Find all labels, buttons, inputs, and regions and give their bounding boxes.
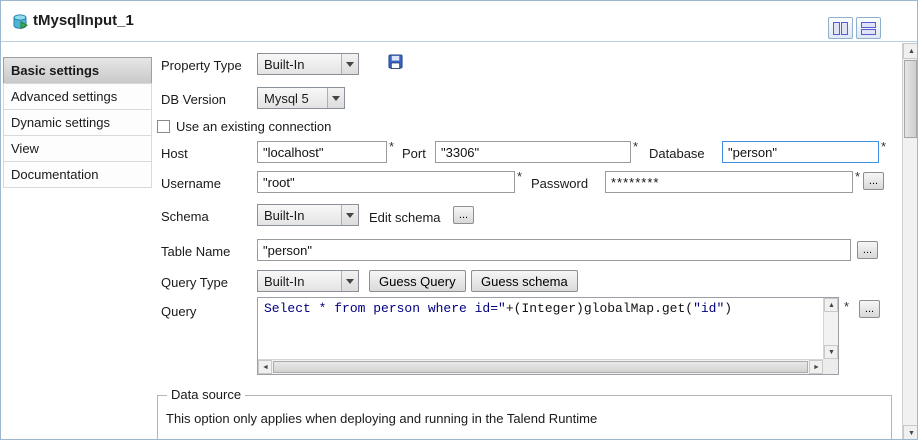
chevron-down-icon xyxy=(341,54,358,74)
guess-query-button[interactable]: Guess Query xyxy=(369,270,466,292)
horizontal-split-icon xyxy=(861,22,876,35)
schema-dropdown[interactable]: Built-In xyxy=(257,204,359,226)
chevron-down-icon xyxy=(341,271,358,291)
port-input[interactable] xyxy=(435,141,631,163)
query-vertical-scrollbar[interactable] xyxy=(823,298,838,359)
required-marker: * xyxy=(881,139,886,154)
query-code-segment: ) xyxy=(724,301,732,316)
vertical-split-icon xyxy=(833,22,848,35)
data-source-note: This option only applies when deploying … xyxy=(166,411,597,426)
scroll-up-icon[interactable] xyxy=(824,298,838,312)
password-ellipsis-button[interactable]: ... xyxy=(863,172,884,190)
save-property-icon[interactable] xyxy=(388,54,403,72)
scroll-up-icon[interactable] xyxy=(903,43,918,59)
query-sql-segment: "id" xyxy=(693,301,724,316)
settings-sidebar: Basic settings Advanced settings Dynamic… xyxy=(3,58,152,188)
sidebar-item-advanced-settings[interactable]: Advanced settings xyxy=(3,83,152,110)
data-source-legend: Data source xyxy=(167,387,245,402)
table-name-ellipsis-button[interactable]: ... xyxy=(857,241,878,259)
chevron-down-icon xyxy=(341,205,358,225)
query-code-segment: +(Integer)globalMap.get( xyxy=(506,301,693,316)
username-label: Username xyxy=(161,176,221,191)
table-name-label: Table Name xyxy=(161,244,230,259)
sidebar-item-dynamic-settings[interactable]: Dynamic settings xyxy=(3,109,152,136)
horizontal-split-toggle-button[interactable] xyxy=(856,17,881,39)
query-type-label: Query Type xyxy=(161,275,228,290)
query-ellipsis-button[interactable]: ... xyxy=(859,300,880,318)
port-label: Port xyxy=(402,146,426,161)
username-input[interactable] xyxy=(257,171,515,193)
schema-label: Schema xyxy=(161,209,209,224)
header: tMysqlInput_1 xyxy=(1,1,917,42)
query-sql-segment: Select * from person where id=" xyxy=(264,301,506,316)
db-version-value: Mysql 5 xyxy=(264,91,309,106)
component-title: tMysqlInput_1 xyxy=(33,12,134,29)
sidebar-item-view[interactable]: View xyxy=(3,135,152,162)
required-marker: * xyxy=(844,299,849,314)
query-type-value: Built-In xyxy=(264,274,304,289)
data-source-group: Data source This option only applies whe… xyxy=(157,395,892,440)
table-name-input[interactable] xyxy=(257,239,851,261)
layout-vertical-toggle-button[interactable] xyxy=(828,17,853,39)
sidebar-item-documentation[interactable]: Documentation xyxy=(3,161,152,188)
required-marker: * xyxy=(389,139,394,154)
property-type-value: Built-In xyxy=(264,57,304,72)
db-version-label: DB Version xyxy=(161,92,226,107)
required-marker: * xyxy=(633,139,638,154)
component-settings-panel: tMysqlInput_1 Basic settings Advanced se… xyxy=(0,0,918,440)
scroll-right-icon[interactable] xyxy=(809,360,823,374)
sidebar-item-basic-settings[interactable]: Basic settings xyxy=(3,57,152,84)
host-input[interactable] xyxy=(257,141,387,163)
scroll-left-icon[interactable] xyxy=(258,360,272,374)
password-input[interactable] xyxy=(605,171,853,193)
database-input[interactable] xyxy=(722,141,879,163)
query-text: Select * from person where id="+(Integer… xyxy=(258,298,823,359)
database-label: Database xyxy=(649,146,705,161)
query-horizontal-scrollbar[interactable] xyxy=(258,359,823,374)
use-existing-connection-label: Use an existing connection xyxy=(176,119,331,134)
scroll-down-icon[interactable] xyxy=(824,345,838,359)
property-type-dropdown[interactable]: Built-In xyxy=(257,53,359,75)
scroll-down-icon[interactable] xyxy=(903,425,918,440)
required-marker: * xyxy=(855,169,860,184)
required-marker: * xyxy=(517,169,522,184)
scrollbar-corner xyxy=(823,359,838,374)
password-label: Password xyxy=(531,176,588,191)
edit-schema-ellipsis-button[interactable]: ... xyxy=(453,206,474,224)
host-label: Host xyxy=(161,146,188,161)
chevron-down-icon xyxy=(327,88,344,108)
schema-value: Built-In xyxy=(264,208,304,223)
edit-schema-label: Edit schema xyxy=(369,210,441,225)
vertical-scrollbar-thumb[interactable] xyxy=(904,60,917,138)
query-type-dropdown[interactable]: Built-In xyxy=(257,270,359,292)
panel-vertical-scrollbar[interactable] xyxy=(902,43,918,440)
use-existing-connection-checkbox[interactable] xyxy=(157,120,170,133)
horizontal-scrollbar-thumb[interactable] xyxy=(273,361,808,373)
db-version-dropdown[interactable]: Mysql 5 xyxy=(257,87,345,109)
tmysqlinput-component-icon xyxy=(11,13,29,31)
query-editor[interactable]: Select * from person where id="+(Integer… xyxy=(257,297,839,375)
guess-schema-button[interactable]: Guess schema xyxy=(471,270,578,292)
query-label: Query xyxy=(161,304,196,319)
property-type-label: Property Type xyxy=(161,58,242,73)
